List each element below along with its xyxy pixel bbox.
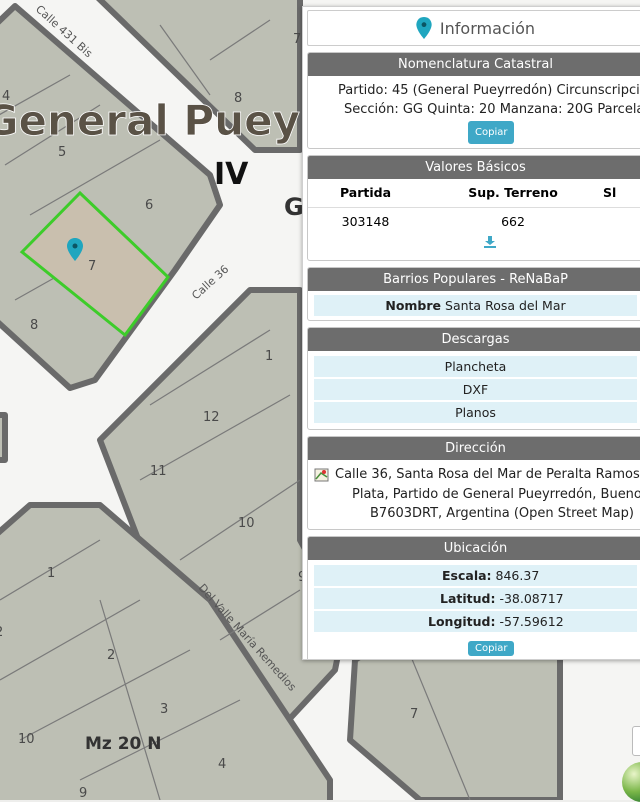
latitud-value: -38.08717 xyxy=(499,590,564,606)
section-header: Dirección xyxy=(308,437,640,460)
section-ubicacion: Ubicación Escala: 846.37 Latitud: -38.08… xyxy=(307,535,640,659)
lot-label: 1 xyxy=(47,566,55,581)
lot-label: 6 xyxy=(145,198,153,213)
lot-label: 2 xyxy=(0,625,3,640)
section-barrios: Barrios Populares - ReNaBaP Nombre Santa… xyxy=(307,267,640,321)
map-icon[interactable] xyxy=(314,467,330,483)
section-header: Valores Básicos xyxy=(308,156,640,179)
longitud-value: -57.59612 xyxy=(499,613,564,629)
section-header: Nomenclatura Catastral xyxy=(308,53,640,76)
nomenclatura-line: Sección: GG Quinta: 20 Manzana: 20G Parc… xyxy=(344,102,640,117)
section-header: Descargas xyxy=(308,328,640,351)
download-planos-link[interactable]: Planos xyxy=(314,402,637,423)
sup-terreno-value: 662 xyxy=(501,214,525,229)
valores-table: Partida Sup. Terreno Sl 303148 662 xyxy=(308,179,640,231)
download-dxf-link[interactable]: DXF xyxy=(314,379,637,400)
block-label: Mz 20 N xyxy=(85,734,162,754)
map-control-button[interactable] xyxy=(632,726,640,756)
section-descargas: Descargas Plancheta DXF Planos xyxy=(307,327,640,430)
district-label: IV xyxy=(214,157,249,192)
lot-label: 2 xyxy=(107,648,115,663)
section-header: Ubicación xyxy=(308,536,640,560)
longitud-label: Longitud: xyxy=(428,613,496,629)
map-block xyxy=(0,412,8,463)
barrio-name-value: Santa Rosa del Mar xyxy=(445,298,566,313)
lot-label: 11 xyxy=(150,464,167,479)
lot-label: 7 xyxy=(88,259,96,274)
lot-label: 10 xyxy=(238,516,255,531)
download-icon[interactable] xyxy=(483,236,497,248)
lot-label: 1 xyxy=(265,349,273,364)
address-line: B7603DRT, Argentina (Open Street Map) xyxy=(370,506,634,521)
address-line: Plata, Partido de General Pueyrredón, Bu… xyxy=(352,486,640,502)
lot-label: 5 xyxy=(58,145,66,160)
lot-label: 7 xyxy=(410,707,418,722)
lot-label: 10 xyxy=(18,732,35,747)
map-marker-icon xyxy=(416,17,432,39)
partida-value: 303148 xyxy=(341,214,390,229)
address-line: Calle 36, Santa Rosa del Mar de Peralta … xyxy=(335,467,640,482)
section-valores: Valores Básicos Partida Sup. Terreno Sl … xyxy=(307,155,640,261)
latitud-label: Latitud: xyxy=(440,590,496,606)
panel-title-text: Información xyxy=(439,18,536,38)
lot-label: 9 xyxy=(79,786,87,800)
lot-label: 12 xyxy=(203,410,220,425)
nomenclatura-line: Partido: 45 (General Pueyrredón) Circuns… xyxy=(338,83,640,98)
panel-title: Información xyxy=(307,10,640,46)
column-header: Partida xyxy=(308,179,423,208)
section-nomenclatura: Nomenclatura Catastral Partido: 45 (Gene… xyxy=(307,52,640,149)
lot-label: 7 xyxy=(293,32,301,47)
info-panel: Información Nomenclatura Catastral Parti… xyxy=(302,6,640,660)
escala-value: 846.37 xyxy=(495,567,540,583)
copy-nomenclatura-button[interactable]: Copiar xyxy=(468,121,515,144)
copy-ubicacion-button[interactable]: Copiar xyxy=(468,640,515,656)
district-label-partial: G xyxy=(284,193,304,221)
lot-label: 8 xyxy=(30,318,38,333)
download-plancheta-link[interactable]: Plancheta xyxy=(314,356,637,377)
lot-label: 4 xyxy=(218,757,226,772)
section-header: Barrios Populares - ReNaBaP xyxy=(308,268,640,291)
section-direccion: Dirección Calle 36, Santa Rosa del Mar d… xyxy=(307,436,640,530)
lot-label: 3 xyxy=(160,702,168,717)
escala-label: Escala: xyxy=(442,567,492,583)
column-header: Sl xyxy=(603,179,640,208)
column-header: Sup. Terreno xyxy=(423,179,603,208)
barrio-name-label: Nombre xyxy=(385,298,442,313)
